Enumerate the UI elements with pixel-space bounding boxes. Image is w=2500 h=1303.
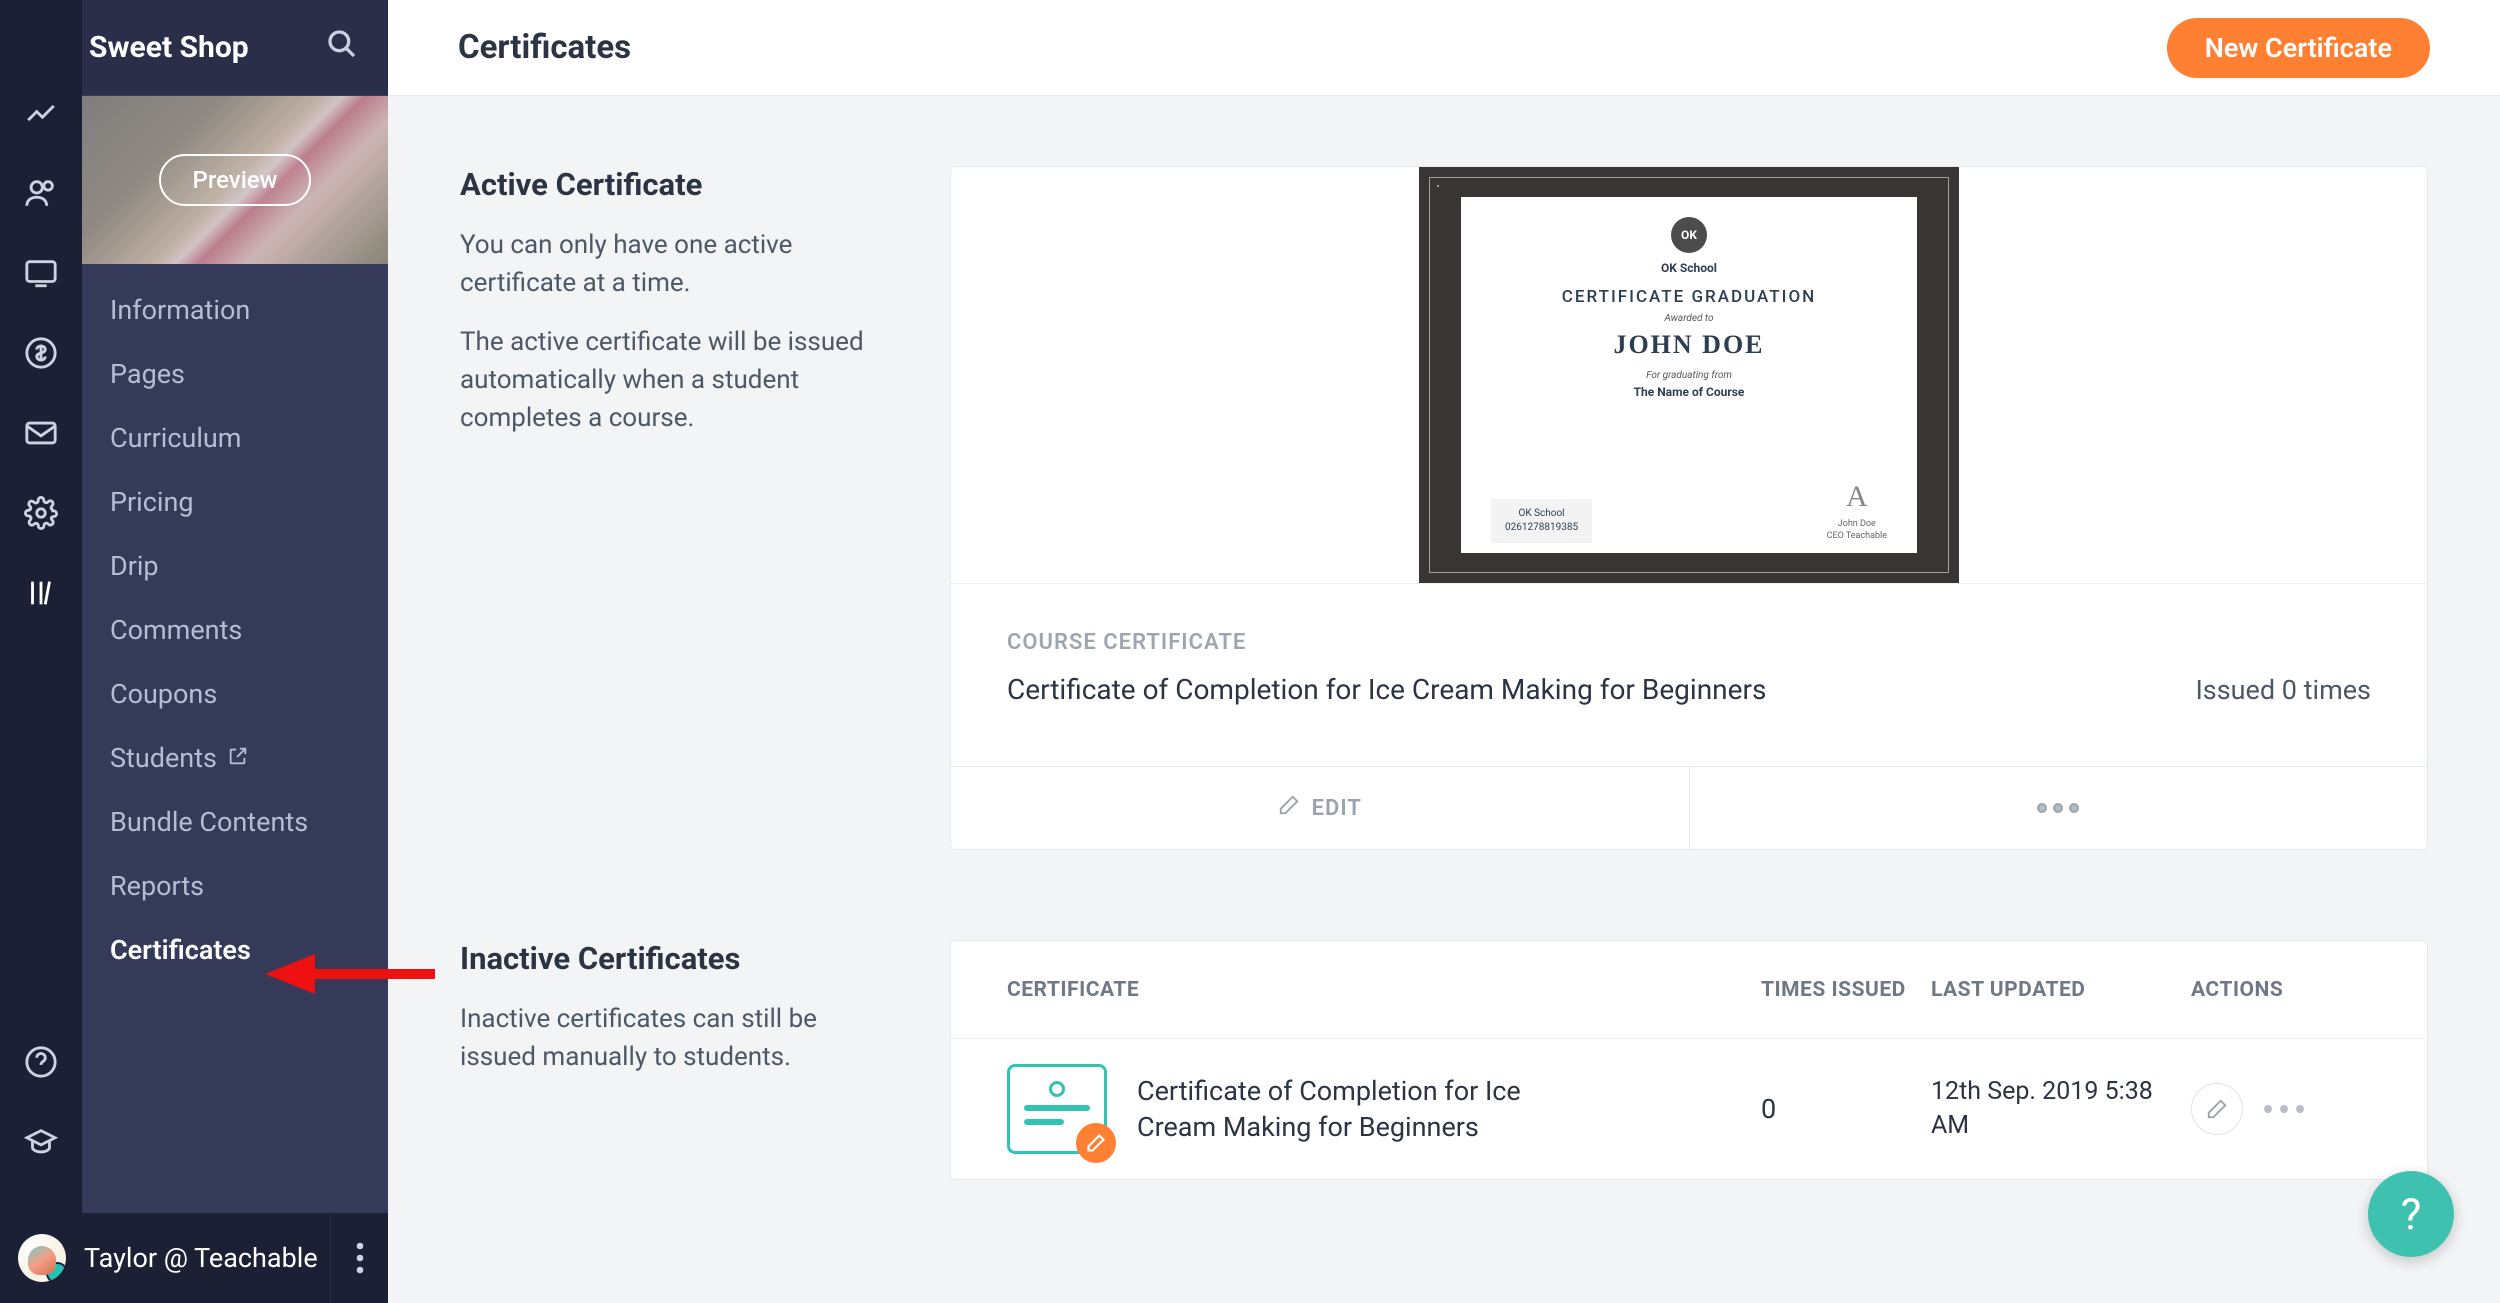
nav-emails-icon[interactable] (24, 416, 58, 454)
subnav-item-coupons[interactable]: Coupons (82, 662, 388, 726)
subnav-item-students[interactable]: Students (82, 726, 388, 790)
col-actions: ACTIONS (2191, 978, 2371, 1002)
cert-logo: OK (1671, 217, 1707, 253)
subnav-item-curriculum[interactable]: Curriculum (82, 406, 388, 470)
nav-help-icon[interactable] (24, 1045, 58, 1083)
subnav-item-bundle-contents[interactable]: Bundle Contents (82, 790, 388, 854)
cert-school-name: OK School (1661, 261, 1717, 275)
course-hero-image: Preview (82, 96, 388, 264)
subnav-item-certificates[interactable]: Certificates (82, 918, 388, 982)
pencil-icon (1278, 794, 1300, 822)
certificate-title: Certificate of Completion for Ice Cream … (1007, 673, 1766, 706)
table-row: Certificate of Completion for Ice Cream … (951, 1039, 2427, 1179)
cert-signature: A John Doe CEO Teachable (1827, 476, 1887, 543)
search-icon[interactable] (326, 28, 358, 68)
row-more-button[interactable] (2261, 1100, 2307, 1119)
nav-users-icon[interactable] (24, 176, 58, 214)
nav-sales-icon[interactable] (24, 336, 58, 374)
cert-recipient: JOHN DOE (1613, 330, 1764, 360)
main-header: Certificates New Certificate (388, 0, 2500, 96)
main-area: Certificates New Certificate Active Cert… (388, 0, 2500, 1303)
cert-awarded-to: Awarded to (1664, 313, 1713, 324)
certificate-thumbnail-icon (1007, 1064, 1107, 1154)
nav-analytics-icon[interactable] (24, 96, 58, 134)
row-last-updated: 12th Sep. 2019 5:38 AM (1931, 1075, 2191, 1143)
cert-headline: CERTIFICATE GRADUATION (1562, 287, 1816, 307)
certificate-eyebrow: COURSE CERTIFICATE (1007, 630, 2371, 655)
help-fab-button[interactable]: ? (2368, 1171, 2454, 1257)
subnav-item-drip[interactable]: Drip (82, 534, 388, 598)
table-header-row: CERTIFICATE TIMES ISSUED LAST UPDATED AC… (951, 941, 2427, 1039)
external-link-icon (227, 742, 249, 774)
nav-settings-icon[interactable] (24, 496, 58, 534)
nav-courses-icon[interactable] (24, 576, 58, 614)
certificate-actions: EDIT (951, 766, 2427, 849)
subnav-item-comments[interactable]: Comments (82, 598, 388, 662)
row-edit-button[interactable] (2191, 1083, 2243, 1135)
certificate-issued-count: Issued 0 times (2195, 674, 2371, 706)
edit-badge-icon (1076, 1123, 1116, 1163)
certificate-more-button[interactable] (1690, 767, 2428, 849)
active-heading: Active Certificate (460, 166, 890, 203)
nav-teachable-icon[interactable] (24, 1125, 58, 1163)
user-avatar[interactable] (18, 1234, 66, 1282)
active-p2: The active certificate will be issued au… (460, 324, 890, 437)
user-menu-button[interactable] (330, 1213, 388, 1303)
page-title: Certificates (458, 28, 631, 67)
col-times-issued: TIMES ISSUED (1761, 978, 1931, 1002)
preview-button[interactable]: Preview (159, 154, 312, 206)
edit-certificate-button[interactable]: EDIT (951, 767, 1690, 849)
inactive-heading: Inactive Certificates (460, 940, 890, 977)
cert-for: For graduating from (1646, 370, 1732, 381)
nav-site-icon[interactable] (24, 256, 58, 294)
subnav-item-information[interactable]: Information (82, 278, 388, 342)
col-last-updated: LAST UPDATED (1931, 978, 2191, 1002)
col-certificate: CERTIFICATE (1007, 978, 1761, 1002)
main-body: Active Certificate You can only have one… (388, 96, 2500, 1303)
new-certificate-button[interactable]: New Certificate (2167, 18, 2430, 78)
cert-course-name: The Name of Course (1634, 385, 1745, 399)
subnav-item-pages[interactable]: Pages (82, 342, 388, 406)
certificate-meta: COURSE CERTIFICATE Certificate of Comple… (951, 583, 2427, 766)
inactive-p1: Inactive certificates can still be issue… (460, 1001, 890, 1076)
course-subnav: Preview Information Pages Curriculum Pri… (82, 96, 388, 1213)
user-display-name[interactable]: Taylor @ Teachable (84, 1242, 330, 1274)
row-title: Certificate of Completion for Ice Cream … (1137, 1073, 1587, 1146)
primary-nav-rail (0, 0, 82, 1303)
inactive-certificates-table: CERTIFICATE TIMES ISSUED LAST UPDATED AC… (950, 940, 2428, 1180)
active-p1: You can only have one active certificate… (460, 227, 890, 302)
cert-stamp: OK School 0261278819385 (1491, 499, 1592, 543)
subnav-item-reports[interactable]: Reports (82, 854, 388, 918)
subnav-item-pricing[interactable]: Pricing (82, 470, 388, 534)
certificate-preview: OK OK School CERTIFICATE GRADUATION Awar… (951, 167, 2427, 583)
avatar-badge (46, 1262, 66, 1282)
inactive-certificates-section: Inactive Certificates Inactive certifica… (460, 940, 2428, 1180)
user-footer: Taylor @ Teachable (0, 1213, 388, 1303)
row-times-issued: 0 (1761, 1093, 1931, 1125)
active-certificate-section: Active Certificate You can only have one… (460, 166, 2428, 850)
active-certificate-card: OK OK School CERTIFICATE GRADUATION Awar… (950, 166, 2428, 850)
